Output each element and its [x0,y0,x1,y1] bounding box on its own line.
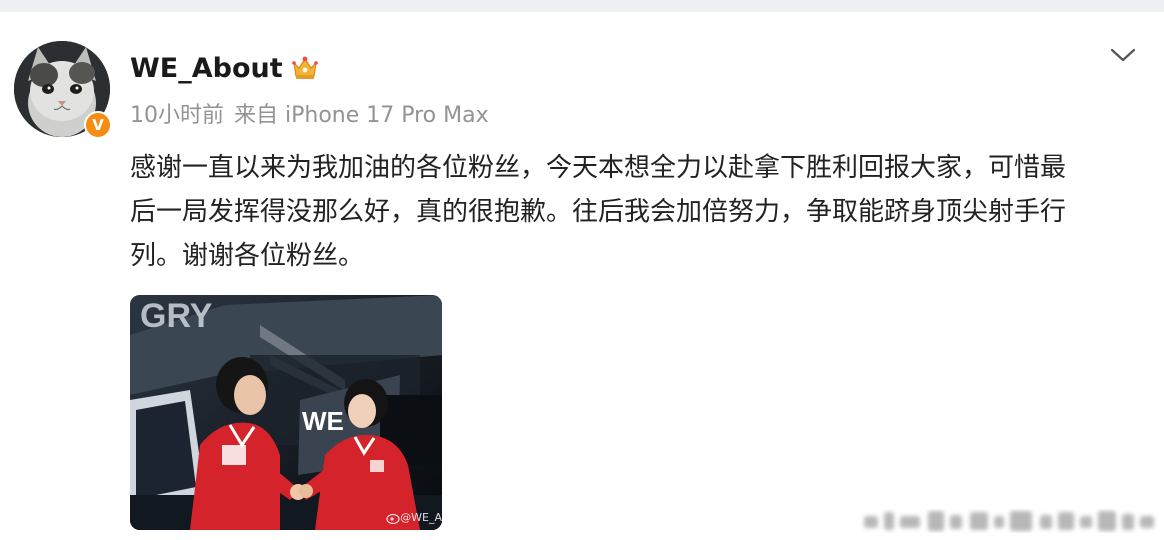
post-text-line: 感谢一直以来为我加油的各位粉丝，今天本想全力以赴拿下胜利回报大家，可惜最 [130,153,1067,183]
verified-badge-icon: V [84,111,112,139]
weibo-logo-icon [386,513,400,524]
svg-text:GRY: GRY [140,297,213,335]
weibo-post-card: V WE_About 10小时前 来自 iPhone 17 Pro Max 感谢… [0,12,1164,537]
post-menu-button[interactable] [1108,40,1138,70]
crown-icon[interactable] [291,55,319,81]
svg-text:WE: WE [302,406,344,436]
post-source: 来自 iPhone 17 Pro Max [234,103,489,128]
post-body-text: 感谢一直以来为我加油的各位粉丝，今天本想全力以赴拿下胜利回报大家，可惜最 后一局… [130,146,1140,278]
watermark-text: @WE_A [400,511,442,524]
blurred-overlay-strip [858,506,1158,536]
author-avatar[interactable]: V [14,41,112,139]
top-divider-strip [0,0,1164,12]
post-time[interactable]: 10小时前 [130,97,224,129]
author-name[interactable]: WE_About [130,53,283,84]
image-watermark: @WE_A [386,511,442,524]
chevron-down-icon [1110,48,1136,62]
post-image[interactable]: GRY WE @WE_A [130,295,442,530]
post-text-line: 列。谢谢各位粉丝。 [130,241,365,271]
post-text-line: 后一局发挥得没那么好，真的很抱歉。往后我会加倍努力，争取能跻身顶尖射手行 [130,197,1067,227]
